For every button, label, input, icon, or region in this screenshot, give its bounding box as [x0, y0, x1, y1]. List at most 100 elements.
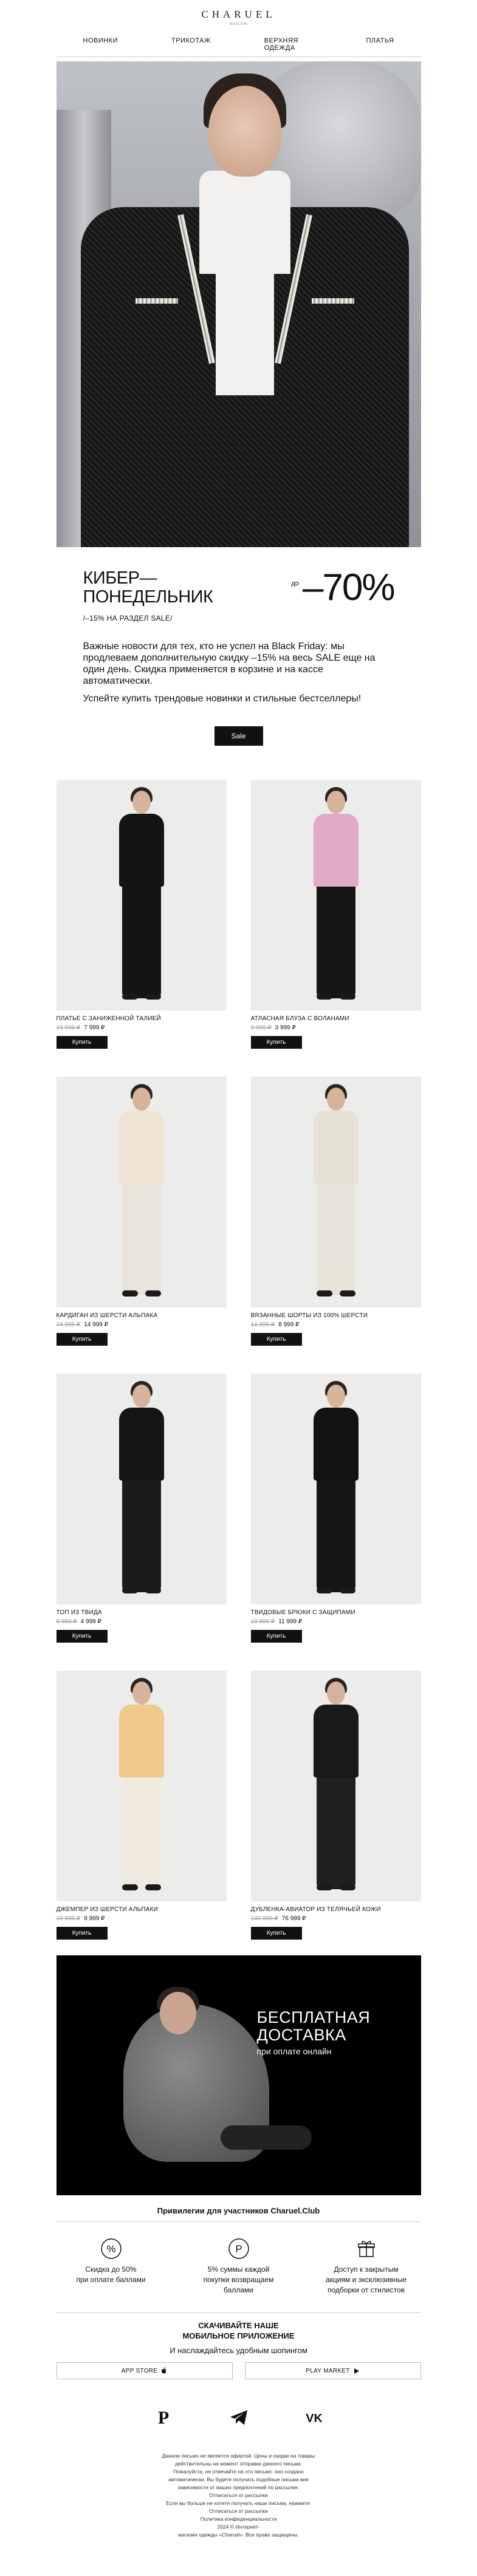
footer-line[interactable]: Отписаться от рассылки — [117, 2507, 360, 2515]
delivery-title: БЕСПЛАТНАЯ ДОСТАВКА — [256, 2008, 371, 2044]
app-store-button[interactable]: APP STORE — [56, 2362, 233, 2379]
footer-line[interactable]: Политика конфиденциальности — [117, 2515, 360, 2523]
promo-subtitle: /–15% НА РАЗДЕЛ SALE/ — [83, 614, 173, 622]
product-price: 14 999 ₽8 999 ₽ — [251, 1321, 421, 1328]
product-card[interactable]: КАРДИГАН ИЗ ШЕРСТИ АЛЬПАКА 24 999 ₽14 999… — [56, 1077, 227, 1346]
buy-button[interactable]: Купить — [56, 1927, 108, 1940]
gift-icon — [354, 2237, 379, 2261]
social-links: P VK — [0, 2407, 477, 2428]
footer-line: 2024 © Интернет- — [217, 2524, 260, 2530]
delivery-subtitle: при оплате онлайн — [256, 2046, 332, 2056]
buy-button[interactable]: Купить — [250, 1036, 302, 1049]
promo-text-secondary: Успейте купить трендовые новинки и стиль… — [83, 693, 362, 704]
footer-text: Данное письмо не является офертой. Цены … — [117, 2452, 360, 2539]
vk-icon[interactable]: VK — [304, 2407, 324, 2428]
brand-name: CHARUEL — [201, 9, 276, 20]
product-grid: ПЛАТЬЕ С ЗАНИЖЕННОЙ ТАЛИЕЙ 19 999 ₽7 999 … — [56, 780, 421, 1940]
divider — [56, 2312, 421, 2313]
divider — [56, 2221, 421, 2222]
product-image[interactable] — [56, 1671, 227, 1901]
product-card[interactable]: ТВИДОВЫЕ БРЮКИ С ЗАЩИПАМИ 19 999 ₽11 999 … — [250, 1374, 421, 1643]
product-image[interactable] — [56, 1077, 227, 1307]
hero-image[interactable] — [56, 61, 421, 547]
pinterest-icon[interactable]: P — [153, 2407, 174, 2428]
buy-button[interactable]: Купить — [56, 1630, 108, 1643]
buy-button[interactable]: Купить — [250, 1927, 302, 1940]
product-name[interactable]: ВЯЗАННЫЕ ШОРТЫ ИЗ 100% ШЕРСТИ — [251, 1312, 421, 1319]
footer-line: автоматически. Вы будете получать подобн… — [168, 2476, 309, 2482]
nav-link-dresses[interactable]: ПЛАТЬЯ — [340, 37, 421, 52]
app-title: СКАЧИВАЙТЕ НАШЕ МОБИЛЬНОЕ ПРИЛОЖЕНИЕ — [182, 2321, 295, 2340]
top-nav: НОВИНКИ ТРИКОТАЖ ВЕРХНЯЯ ОДЕЖДА ПЛАТЬЯ — [56, 37, 421, 57]
product-price: 149 999 ₽76 999 ₽ — [251, 1915, 421, 1922]
product-image[interactable] — [250, 1671, 421, 1901]
play-market-button[interactable]: PLAY MARKET — [244, 2362, 421, 2379]
product-name[interactable]: ТВИДОВЫЕ БРЮКИ С ЗАЩИПАМИ — [251, 1609, 421, 1616]
product-name[interactable]: КАРДИГАН ИЗ ШЕРСТИ АЛЬПАКА — [57, 1312, 227, 1319]
apple-icon — [162, 2367, 166, 2374]
product-name[interactable]: ПЛАТЬЕ С ЗАНИЖЕННОЙ ТАЛИЕЙ — [57, 1015, 227, 1022]
promo-discount-value: –70% — [302, 567, 396, 608]
product-name[interactable]: ТОП ИЗ ТВИДА — [57, 1609, 227, 1616]
nav-link-knitwear[interactable]: ТРИКОТАЖ — [145, 37, 238, 52]
product-image[interactable] — [56, 780, 227, 1010]
buy-button[interactable]: Купить — [56, 1036, 108, 1049]
footer-line: магазин одежды «Charuel». Все права защи… — [178, 2532, 299, 2538]
footer-line: Пожалуйста, не отвечайте на это письмо: … — [173, 2469, 304, 2475]
product-card[interactable]: ТОП ИЗ ТВИДА 9 999 ₽4 999 ₽ Купить — [56, 1374, 227, 1643]
product-sale-price: 8 999 ₽ — [278, 1321, 300, 1328]
product-image[interactable] — [250, 780, 421, 1010]
points-icon: P — [227, 2237, 251, 2261]
product-sale-price: 76 999 ₽ — [281, 1915, 306, 1922]
nav-link-outerwear[interactable]: ВЕРХНЯЯ ОДЕЖДА — [238, 37, 340, 52]
svg-text:%: % — [106, 2243, 115, 2255]
product-name[interactable]: АТЛАСНАЯ БЛУЗА С ВОЛАНАМИ — [251, 1015, 421, 1022]
product-card[interactable]: ВЯЗАННЫЕ ШОРТЫ ИЗ 100% ШЕРСТИ 14 999 ₽8 9… — [250, 1077, 421, 1346]
footer-line: зависимости от ваших предпочтений по рас… — [177, 2484, 300, 2490]
product-price: 9 999 ₽4 999 ₽ — [57, 1618, 227, 1625]
product-price: 19 999 ₽7 999 ₽ — [57, 1024, 227, 1031]
footer-line: Данное письмо не является офертой. Цены … — [162, 2453, 315, 2459]
perk-discount: % Скидка до 50% при оплате баллами — [57, 2237, 166, 2295]
product-old-price: 19 999 ₽ — [56, 1915, 81, 1922]
play-icon — [354, 2368, 359, 2374]
brand-logo[interactable]: CHARUEL MOSCOW — [0, 0, 477, 26]
product-sale-price: 14 999 ₽ — [84, 1321, 108, 1328]
footer-line[interactable]: Отписаться от рассылки — [117, 2492, 360, 2499]
product-name[interactable]: ДУБЛЕНКА-АВИАТОР ИЗ ТЕЛЯЧЬЕЙ КОЖИ — [251, 1906, 421, 1913]
product-name[interactable]: ДЖЕМПЕР ИЗ ШЕРСТИ АЛЬПАКИ — [57, 1906, 227, 1913]
product-image[interactable] — [56, 1374, 227, 1604]
product-card[interactable]: ДЖЕМПЕР ИЗ ШЕРСТИ АЛЬПАКИ 19 999 ₽9 999 ₽… — [56, 1671, 227, 1940]
perk-cashback: P 5% суммы каждой покупки возвращаем балла… — [184, 2237, 293, 2295]
product-old-price: 9 999 ₽ — [56, 1618, 77, 1625]
delivery-banner[interactable]: БЕСПЛАТНАЯ ДОСТАВКА при оплате онлайн — [56, 1955, 421, 2195]
app-subtitle: И наслаждайтесь удобным шопингом — [170, 2346, 307, 2355]
product-old-price: 19 999 ₽ — [250, 1618, 275, 1625]
product-price: 24 999 ₽14 999 ₽ — [57, 1321, 227, 1328]
product-card[interactable]: ДУБЛЕНКА-АВИАТОР ИЗ ТЕЛЯЧЬЕЙ КОЖИ 149 999… — [250, 1671, 421, 1940]
svg-text:VK: VK — [306, 2412, 323, 2424]
promo-text: Важные новости для тех, кто не успел на … — [83, 641, 376, 686]
buy-button[interactable]: Купить — [250, 1333, 302, 1346]
product-sale-price: 11 999 ₽ — [278, 1618, 303, 1625]
email-page: CHARUEL MOSCOW НОВИНКИ ТРИКОТАЖ ВЕРХНЯЯ … — [0, 0, 477, 2576]
footer-line: действительны на момент отправки данного… — [174, 2461, 303, 2467]
buy-button[interactable]: Купить — [56, 1333, 108, 1346]
telegram-icon[interactable] — [228, 2407, 249, 2428]
product-old-price: 149 999 ₽ — [250, 1915, 278, 1922]
app-store-buttons: APP STORE PLAY MARKET — [56, 2362, 421, 2379]
product-image[interactable] — [250, 1374, 421, 1604]
product-sale-price: 7 999 ₽ — [84, 1024, 105, 1031]
product-card[interactable]: ПЛАТЬЕ С ЗАНИЖЕННОЙ ТАЛИЕЙ 19 999 ₽7 999 … — [56, 780, 227, 1049]
sale-button[interactable]: Sale — [214, 726, 263, 746]
nav-link-new[interactable]: НОВИНКИ — [57, 37, 145, 52]
product-price: 9 999 ₽3 999 ₽ — [251, 1024, 421, 1031]
percent-icon: % — [99, 2237, 123, 2261]
product-image[interactable] — [250, 1077, 421, 1307]
product-old-price: 19 999 ₽ — [56, 1024, 81, 1031]
buy-button[interactable]: Купить — [250, 1630, 302, 1643]
product-sale-price: 9 999 ₽ — [84, 1915, 105, 1922]
promo-title: КИБЕР— ПОНЕДЕЛЬНИК — [83, 568, 213, 607]
club-title: Привилегии для участников Charuel.Club — [157, 2206, 320, 2215]
product-card[interactable]: АТЛАСНАЯ БЛУЗА С ВОЛАНАМИ 9 999 ₽3 999 ₽ К… — [250, 780, 421, 1049]
